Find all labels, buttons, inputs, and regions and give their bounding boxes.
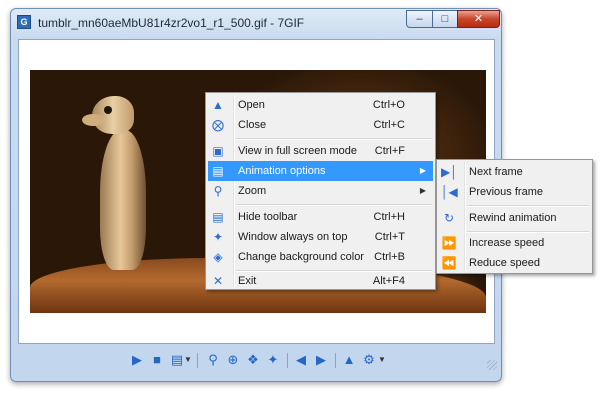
submenu-arrow-icon: ▶ (419, 186, 426, 195)
menu-item-open[interactable]: ▲ Open Ctrl+O (208, 95, 433, 115)
animation-submenu: ▶│ Next frame │◀ Previous frame ↻ Rewind… (436, 159, 593, 274)
open-folder-icon: ▲ (212, 98, 224, 112)
toolbar-separator (197, 353, 198, 368)
window-title: tumblr_mn60aeMbU81r4zr2vo1_r1_500.gif - … (38, 16, 305, 30)
previous-frame-icon: │◀ (441, 185, 458, 199)
menu-item-exit[interactable]: ✕ Exit Alt+F4 (208, 271, 433, 291)
next-frame-icon: ▶│ (441, 165, 458, 179)
zoom-out-icon[interactable]: ⚲ (205, 351, 221, 369)
exit-x-icon: ✕ (212, 274, 224, 288)
frames-dropdown-icon[interactable]: ▼ (183, 351, 193, 369)
actual-size-icon[interactable]: ✦ (265, 351, 281, 369)
meerkat-snout (82, 114, 104, 126)
settings-icon[interactable]: ⚙ (361, 351, 377, 369)
maximize-button[interactable]: □ (432, 10, 458, 28)
animation-icon: ▤ (212, 164, 224, 178)
open-icon[interactable]: ▲ (341, 351, 357, 369)
close-circle-icon: ⨂ (212, 118, 224, 132)
menu-item-animation-options[interactable]: ▤ Animation options ▶ (208, 161, 433, 181)
context-menu: ▲ Open Ctrl+O ⨂ Close Ctrl+C ▣ View in f… (205, 92, 436, 290)
submenu-item-reduce-speed[interactable]: ⏪ Reduce speed (439, 253, 590, 273)
toolbar-icon: ▤ (212, 210, 224, 224)
resize-grip[interactable] (487, 360, 497, 370)
settings-dropdown-icon[interactable]: ▼ (377, 351, 387, 369)
next-file-icon[interactable]: ▶ (313, 351, 329, 369)
meerkat-eye (104, 106, 112, 114)
menu-item-background-color[interactable]: ◈ Change background color Ctrl+B (208, 247, 433, 267)
meerkat-body (100, 130, 146, 270)
submenu-arrow-icon: ▶ (419, 166, 426, 175)
submenu-item-increase-speed[interactable]: ⏩ Increase speed (439, 233, 590, 253)
submenu-item-previous-frame[interactable]: │◀ Previous frame (439, 182, 590, 202)
submenu-item-rewind[interactable]: ↻ Rewind animation (439, 208, 590, 228)
menu-item-close[interactable]: ⨂ Close Ctrl+C (208, 115, 433, 135)
minimize-button[interactable]: – (406, 10, 433, 28)
close-button[interactable]: ✕ (457, 10, 500, 28)
rewind-speed-icon: ⏪ (441, 256, 457, 270)
minimize-icon: – (416, 13, 423, 25)
close-icon: ✕ (473, 13, 484, 25)
fast-forward-icon: ⏩ (441, 236, 457, 250)
menu-separator (236, 204, 432, 206)
menu-separator (467, 205, 589, 207)
menu-item-zoom[interactable]: ⚲ Zoom ▶ (208, 181, 433, 201)
menu-item-hide-toolbar[interactable]: ▤ Hide toolbar Ctrl+H (208, 207, 433, 227)
app-icon[interactable]: G (17, 15, 31, 29)
toolbar-separator (335, 353, 336, 368)
toolbar-separator (287, 353, 288, 368)
stop-icon[interactable]: ■ (149, 351, 165, 369)
menu-item-fullscreen[interactable]: ▣ View in full screen mode Ctrl+F (208, 141, 433, 161)
fit-icon[interactable]: ❖ (245, 351, 261, 369)
zoom-icon: ⚲ (213, 184, 223, 198)
fullscreen-icon: ▣ (212, 144, 224, 158)
menu-item-always-on-top[interactable]: ✦ Window always on top Ctrl+T (208, 227, 433, 247)
pin-icon: ✦ (212, 230, 224, 244)
title-bar[interactable]: G tumblr_mn60aeMbU81r4zr2vo1_r1_500.gif … (11, 9, 501, 37)
maximize-icon: □ (441, 13, 449, 25)
previous-file-icon[interactable]: ◀ (293, 351, 309, 369)
play-icon[interactable]: ▶ (129, 351, 145, 369)
zoom-in-icon[interactable]: ⊕ (225, 351, 241, 369)
rewind-icon: ↻ (443, 211, 455, 225)
menu-separator (236, 138, 432, 140)
paint-bucket-icon: ◈ (213, 250, 223, 264)
submenu-item-next-frame[interactable]: ▶│ Next frame (439, 162, 590, 182)
bottom-toolbar: ▶ ■ ▤ ▼ ⚲ ⊕ ❖ ✦ ◀ ▶ ▲ ⚙ ▼ (11, 349, 501, 373)
